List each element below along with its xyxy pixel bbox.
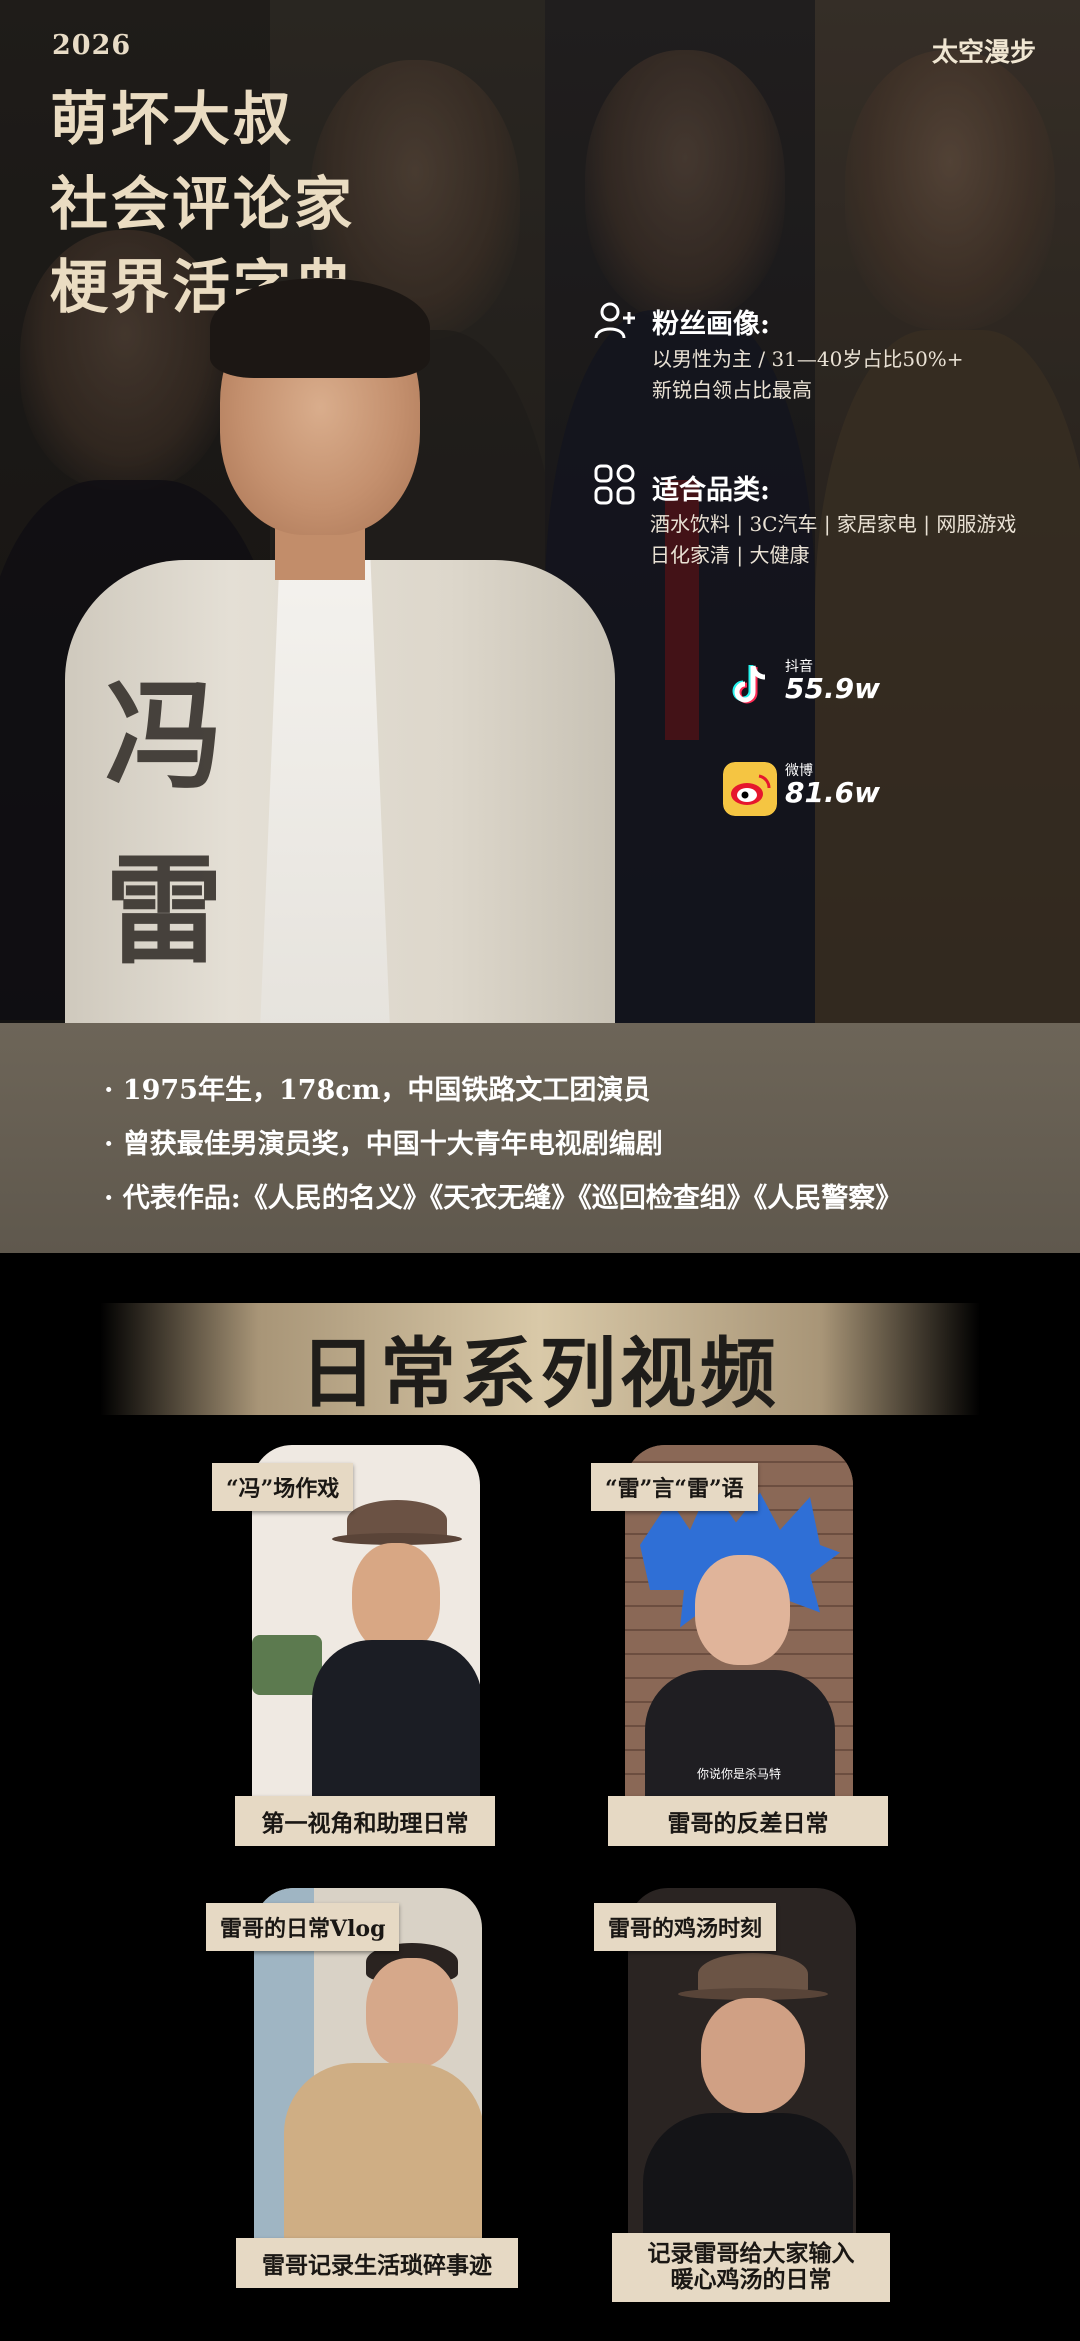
categories-title: 适合品类:: [652, 475, 770, 506]
bio-line-2: · 曾获最佳男演员奖，中国十大青年电视剧编剧: [104, 1129, 663, 1160]
weibo-icon: [723, 762, 777, 816]
bio-line-1: · 1975年生，178cm，中国铁路文工团演员: [104, 1075, 651, 1106]
brand-label: 太空漫步: [931, 38, 1036, 68]
douyin-stat: 抖音 55.9w: [723, 658, 923, 718]
categories-line-2: 日化家清 | 大健康: [650, 543, 810, 567]
year-label: 2026: [52, 30, 132, 61]
video-label-2: “雷”言“雷”语: [591, 1463, 758, 1511]
user-plus-icon: [594, 302, 635, 339]
fans-title: 粉丝画像:: [652, 309, 770, 340]
fans-line-1: 以男性为主 / 31—40岁占比50%+: [652, 347, 964, 371]
fans-line-2: 新锐白领占比最高: [652, 378, 812, 402]
bio-line-3: · 代表作品:《人民的名义》《天衣无缝》《巡回检查组》《人民警察》: [104, 1183, 903, 1214]
douyin-count: 55.9w: [785, 672, 880, 705]
video-caption-4-line-1: 记录雷哥给大家输入: [647, 2240, 855, 2267]
weibo-count: 81.6w: [785, 776, 880, 809]
video-caption-4: 记录雷哥给大家输入 暖心鸡汤的日常: [612, 2233, 890, 2302]
video-label-4: 雷哥的鸡汤时刻: [594, 1903, 777, 1951]
grid-icon: [594, 464, 635, 505]
name-char-2: 雷: [105, 841, 224, 980]
hero-section: 2026 太空漫步 萌坏大叔 社会评论家 梗界活字典 冯 雷 粉丝画像: 以男性…: [0, 0, 1080, 1023]
douyin-icon: [732, 665, 766, 704]
tagline-2: 社会评论家: [50, 170, 356, 238]
video-label-1: “冯”场作戏: [212, 1463, 354, 1511]
video-caption-2: 雷哥的反差日常: [608, 1796, 888, 1846]
video-subtitle-2: 你说你是杀马特: [696, 1767, 781, 1781]
video-caption-4-line-2: 暖心鸡汤的日常: [670, 2266, 832, 2294]
tagline-1: 萌坏大叔: [50, 85, 295, 153]
video-label-3: 雷哥的日常Vlog: [206, 1903, 400, 1951]
video-caption-1: 第一视角和助理日常: [235, 1796, 495, 1846]
section-title: 日常系列视频: [300, 1329, 780, 1418]
video-caption-3: 雷哥记录生活琐碎事迹: [236, 2238, 518, 2288]
categories-line-1: 酒水饮料 | 3C汽车 | 家居家电 | 网服游戏: [650, 512, 1017, 536]
weibo-stat: 微博 81.6w: [723, 762, 923, 822]
name-char-1: 冯: [105, 666, 224, 805]
